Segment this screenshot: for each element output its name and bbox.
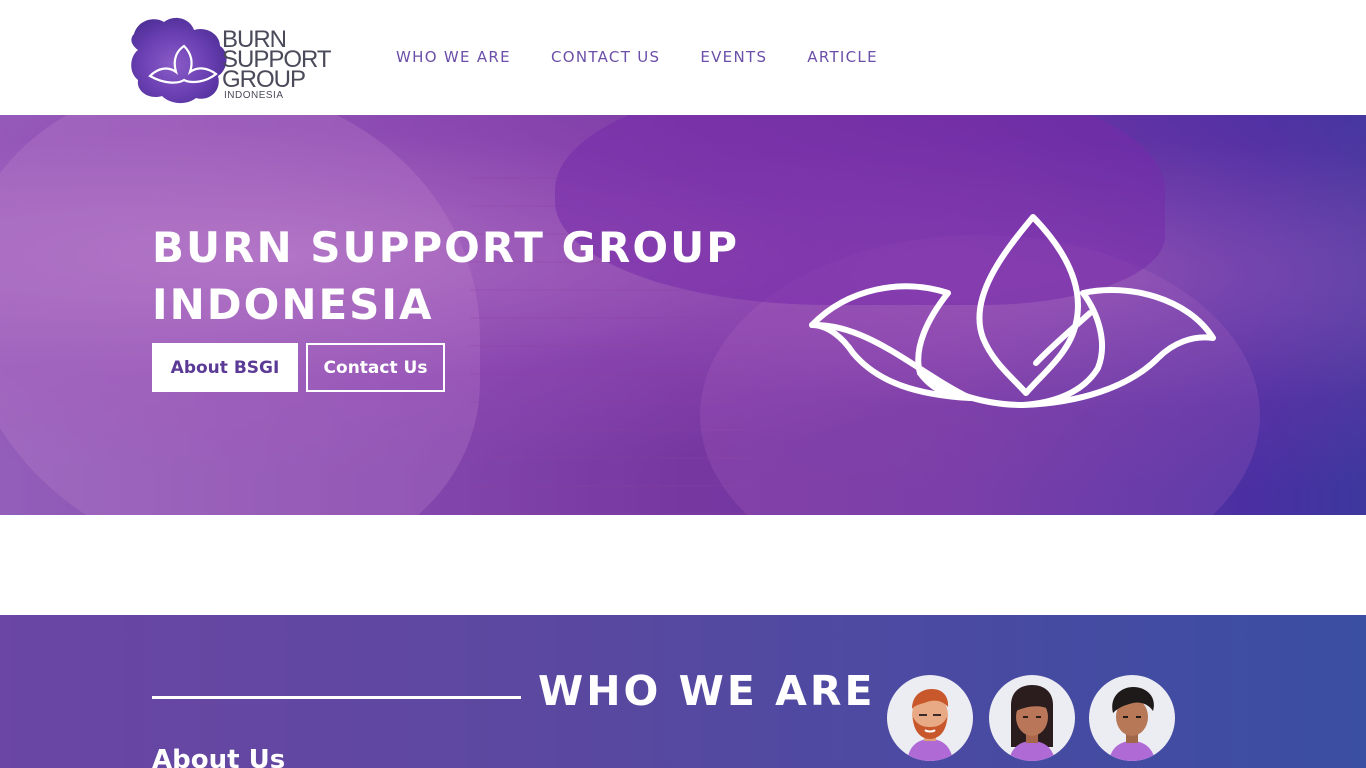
nav-article[interactable]: ARTICLE — [807, 48, 878, 66]
logo-wordmark: BURN SUPPORT GROUP INDONESIA — [222, 28, 332, 102]
who-we-are-section: WHO WE ARE About Us — [0, 615, 1366, 768]
nav-contact-us[interactable]: CONTACT US — [551, 48, 660, 66]
nav-events[interactable]: EVENTS — [700, 48, 767, 66]
about-us-heading: About Us — [152, 745, 286, 768]
hero-title-line-1: BURN SUPPORT GROUP — [152, 223, 739, 272]
nav-who-we-are[interactable]: WHO WE ARE — [396, 48, 511, 66]
site-logo[interactable]: BURN SUPPORT GROUP INDONESIA — [128, 12, 332, 104]
bearded-man-avatar-icon — [887, 675, 973, 761]
spacer — [0, 515, 1366, 615]
hero-title-line-2: INDONESIA — [152, 280, 434, 329]
logo-line-3: GROUP — [222, 66, 306, 93]
hero-title: BURN SUPPORT GROUP INDONESIA — [152, 219, 772, 333]
logo-line-4: INDONESIA — [224, 90, 284, 101]
man-avatar-icon — [1089, 675, 1175, 761]
section-title: WHO WE ARE — [538, 667, 876, 715]
about-bsgi-button[interactable]: About BSGI — [152, 343, 298, 392]
contact-us-button[interactable]: Contact Us — [306, 343, 445, 392]
section-divider-line — [152, 696, 521, 699]
site-header: BURN SUPPORT GROUP INDONESIA WHO WE ARE … — [0, 0, 1366, 115]
main-nav: WHO WE ARE CONTACT US EVENTS ARTICLE — [396, 48, 918, 66]
lotus-icon — [809, 214, 1216, 408]
woman-avatar-icon — [989, 675, 1075, 761]
hero-banner: BURN SUPPORT GROUP INDONESIA About BSGI … — [0, 115, 1366, 515]
